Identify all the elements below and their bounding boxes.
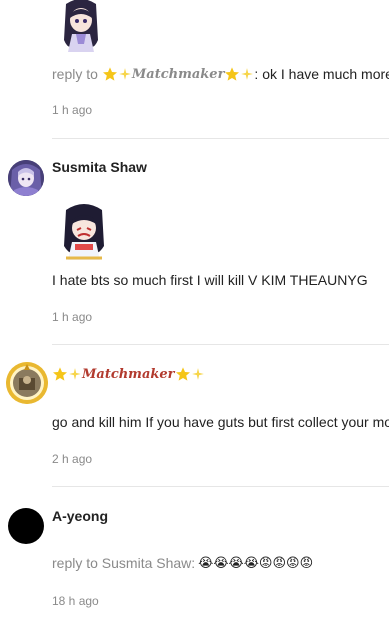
timestamp: 1 h ago	[52, 310, 93, 324]
sparkle-icon	[119, 68, 131, 80]
avatar-frame	[6, 362, 48, 404]
avatar-image	[8, 160, 44, 196]
avatar[interactable]	[8, 160, 44, 196]
comment-text: : ok I have much more m	[254, 66, 389, 82]
timestamp: 18 h ago	[52, 594, 99, 608]
reply-line: reply to Susmita Shaw: 😭😭😭😭😡😡😡😡	[52, 555, 313, 571]
avatar[interactable]	[8, 508, 44, 544]
star-icon	[53, 367, 67, 381]
reply-prefix: reply to Susmita Shaw:	[52, 555, 196, 571]
reply-line: reply to Matchmaker : ok I have much mor…	[52, 64, 389, 84]
comment-text: go and kill him If you have guts but fir…	[52, 414, 389, 430]
reply-to-user[interactable]: Matchmaker	[132, 67, 225, 82]
sticker-image	[64, 204, 104, 260]
divider	[52, 344, 389, 345]
avatar[interactable]	[6, 362, 48, 404]
star-icon	[102, 67, 117, 81]
sparkle-icon	[69, 368, 81, 380]
timestamp: 2 h ago	[52, 452, 93, 466]
star-icon	[225, 67, 240, 81]
divider	[52, 486, 389, 487]
username[interactable]: Matchmaker	[82, 367, 175, 382]
username[interactable]: A-yeong	[52, 508, 108, 524]
reply-prefix: reply to	[52, 66, 98, 82]
sparkle-icon	[191, 368, 204, 380]
username-line: Matchmaker	[52, 364, 205, 384]
timestamp: 1 h ago	[52, 103, 93, 117]
star-icon	[175, 367, 190, 381]
sparkle-icon	[241, 68, 254, 80]
comment-text: I hate bts so much first I will kill V K…	[52, 272, 368, 288]
emoji-text: 😭😭😭😭😡😡😡😡	[198, 555, 314, 571]
username[interactable]: Susmita Shaw	[52, 159, 147, 175]
divider	[52, 138, 389, 139]
sticker-image	[64, 0, 98, 52]
